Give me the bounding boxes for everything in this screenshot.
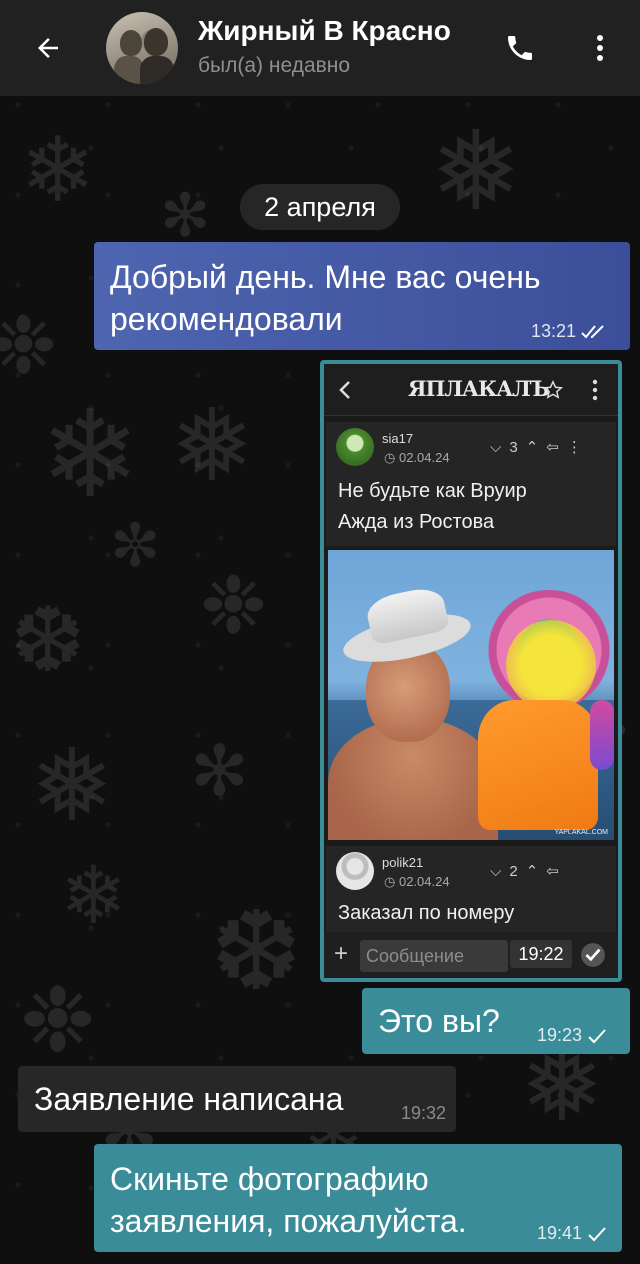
chevron-up-icon[interactable]: ⌃ xyxy=(526,438,539,456)
screenshot-toolbar: ЯПЛАКАЛЪ xyxy=(324,364,618,416)
post-username: sia17 xyxy=(382,431,414,446)
forum-post: sia17 ◷ 02.04.24 ⌵ 3 ⌃ ⇦ ⋮ Не будьте как… xyxy=(326,422,616,546)
post-actions: ⌵ 3 ⌃ ⇦ ⋮ xyxy=(490,438,582,457)
message-bubble-outgoing[interactable]: Добрый день. Мне вас очень рекомендовали… xyxy=(94,242,630,350)
post-text-line: Ажда из Ростова xyxy=(338,511,495,533)
post-date: 02.04.24 xyxy=(398,450,450,465)
plus-icon: + xyxy=(334,940,349,967)
chat-header: Жирный В Красно был(а) недавно xyxy=(0,0,640,96)
kebab-menu-icon[interactable]: ⋮ xyxy=(567,438,582,456)
message-bubble-incoming[interactable]: Заявление написана 19:32 xyxy=(18,1066,456,1132)
contact-status: был(а) недавно xyxy=(198,54,351,77)
post-date: 02.04.24 xyxy=(398,874,450,889)
message-meta: 19:41 xyxy=(537,1223,608,1244)
check-icon xyxy=(588,1028,606,1043)
user-avatar xyxy=(336,428,374,466)
message-time: 19:23 xyxy=(536,1025,582,1045)
site-logo: ЯПЛАКАЛЪ xyxy=(408,376,550,401)
clock-icon: ◷ xyxy=(384,450,396,465)
kebab-menu-icon xyxy=(597,35,603,61)
forum-screenshot: ЯПЛАКАЛЪ sia17 ◷ 02.04.24 ⌵ 3 ⌃ ⇦ ⋮ Не б… xyxy=(324,364,618,978)
message-text-line: Скиньте фотографию xyxy=(110,1161,429,1197)
chevron-down-icon[interactable]: ⌵ xyxy=(490,863,501,880)
message-bubble-outgoing[interactable]: Скиньте фотографию заявления, пожалуйста… xyxy=(94,1144,622,1252)
star-icon xyxy=(542,379,564,399)
image-time: 19:22 xyxy=(510,940,572,968)
post-username: polik21 xyxy=(382,855,424,870)
image-message[interactable]: ЯПЛАКАЛЪ sia17 ◷ 02.04.24 ⌵ 3 ⌃ ⇦ ⋮ Не б… xyxy=(320,360,622,982)
chevron-left-icon xyxy=(339,381,350,399)
reply-icon[interactable]: ⇦ xyxy=(546,438,559,456)
date-divider: 2 апреля xyxy=(240,184,400,230)
message-bubble-outgoing[interactable]: Это вы? 19:23 xyxy=(362,988,630,1054)
post-rating: 2 xyxy=(509,862,518,880)
send-icon xyxy=(581,943,605,967)
post-text-line: Не будьте как Вруир xyxy=(338,480,527,502)
message-meta: 13:21 xyxy=(531,321,608,342)
screenshot-input-bar: + Сообщение 19:22 xyxy=(324,932,618,978)
clock-icon: ◷ xyxy=(384,874,396,889)
contact-name[interactable]: Жирный В Красно xyxy=(198,15,451,47)
post-date-row: ◷ 02.04.24 xyxy=(384,450,450,466)
message-time: 19:32 xyxy=(400,1103,446,1123)
post-photo: YAPLAKAL.COM xyxy=(328,550,614,840)
message-input-placeholder: Сообщение xyxy=(360,940,508,972)
user-avatar xyxy=(336,852,374,890)
post-text-line: Заказал по номеру xyxy=(338,902,515,924)
more-options-button[interactable] xyxy=(580,26,620,70)
chevron-up-icon[interactable]: ⌃ xyxy=(526,862,539,880)
message-time: 19:41 xyxy=(536,1223,582,1243)
post-text: Заказал по номеру xyxy=(338,898,514,929)
message-meta: 19:23 xyxy=(537,1025,608,1046)
post-date-row: ◷ 02.04.24 xyxy=(384,874,450,890)
chevron-down-icon[interactable]: ⌵ xyxy=(490,439,501,456)
reply-icon[interactable]: ⇦ xyxy=(546,862,559,880)
message-text-line: Добрый день. Мне вас очень xyxy=(110,259,541,295)
message-text-line: Заявление написана xyxy=(34,1081,344,1117)
message-time: 13:21 xyxy=(530,321,576,341)
call-button[interactable] xyxy=(498,26,542,70)
contact-avatar[interactable] xyxy=(106,12,178,84)
post-actions: ⌵ 2 ⌃ ⇦ xyxy=(490,862,559,881)
message-meta: 19:32 xyxy=(401,1103,446,1124)
check-icon xyxy=(588,1226,606,1241)
kebab-menu-icon xyxy=(592,379,598,401)
post-text: Не будьте как Вруир Ажда из Ростова xyxy=(338,476,527,538)
message-text-line: заявления, пожалуйста. xyxy=(110,1203,467,1239)
back-button[interactable] xyxy=(26,26,70,70)
phone-icon xyxy=(508,36,532,60)
forum-post: polik21 ◷ 02.04.24 ⌵ 2 ⌃ ⇦ Заказал по но… xyxy=(326,846,616,932)
photo-watermark: YAPLAKAL.COM xyxy=(554,829,608,836)
double-check-icon xyxy=(581,324,604,338)
post-rating: 3 xyxy=(509,438,518,456)
arrow-left-icon xyxy=(38,38,58,58)
